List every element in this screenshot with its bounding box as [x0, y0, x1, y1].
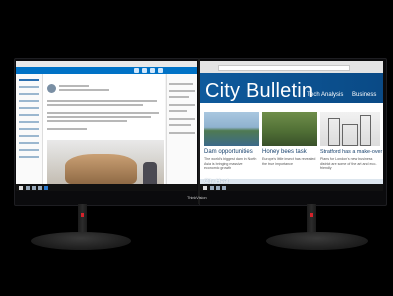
calendar-line — [169, 96, 189, 98]
left-stand-base — [31, 232, 131, 250]
dam-photo[interactable] — [204, 112, 259, 146]
folder-item[interactable] — [19, 128, 39, 130]
card-title-dam[interactable]: Dam opportunities — [204, 149, 253, 155]
folder-item[interactable] — [19, 107, 39, 109]
right-taskbar — [200, 184, 383, 191]
taskbar-icon[interactable] — [44, 185, 48, 190]
taskbar-icon[interactable] — [216, 185, 220, 190]
body-line — [47, 128, 87, 130]
calendar-line — [169, 124, 191, 126]
mail-reading-pane — [43, 74, 165, 191]
taskbar-icon[interactable] — [210, 185, 214, 190]
ribbon-icon[interactable] — [142, 68, 147, 73]
calendar-line — [169, 83, 193, 85]
stratford-sketch[interactable] — [320, 112, 380, 146]
calendar-line — [169, 90, 195, 92]
calendar-line — [169, 110, 187, 112]
body-line — [47, 120, 127, 122]
folder-item[interactable] — [19, 142, 39, 144]
folder-item[interactable] — [19, 100, 39, 102]
body-line — [47, 100, 157, 102]
mail-ribbon — [16, 67, 197, 74]
folder-item[interactable] — [19, 121, 39, 123]
subject-line — [59, 89, 109, 91]
taskbar-icon[interactable] — [38, 185, 42, 190]
card-text-stratford: Plans for London's new business district… — [320, 157, 377, 171]
card-title-bees[interactable]: Honey bees task — [262, 149, 307, 155]
calendar-line — [169, 118, 195, 120]
folder-item[interactable] — [19, 93, 39, 95]
building-sketch — [328, 118, 340, 146]
ribbon-icon[interactable] — [150, 68, 155, 73]
start-icon[interactable] — [19, 185, 23, 190]
taskbar-icon[interactable] — [32, 185, 36, 190]
folder-item[interactable] — [19, 135, 39, 137]
site-title[interactable]: City Bulletin — [205, 80, 313, 103]
left-stand-accent — [81, 213, 84, 217]
ribbon-icon[interactable] — [158, 68, 163, 73]
address-bar[interactable] — [218, 65, 350, 71]
folder-item[interactable] — [19, 79, 39, 81]
sender-line — [59, 85, 89, 87]
taskbar-icon[interactable] — [26, 185, 30, 190]
body-line — [47, 104, 143, 106]
card-text-dam: The world's biggest dam in North Asia is… — [204, 157, 257, 171]
folder-item[interactable] — [19, 86, 39, 88]
left-taskbar — [16, 184, 197, 191]
body-line — [47, 116, 151, 118]
body-line — [47, 112, 159, 114]
calendar-line — [169, 104, 195, 106]
folder-item[interactable] — [19, 114, 39, 116]
right-stand-accent — [310, 213, 313, 217]
nav-business[interactable]: Business — [352, 92, 376, 98]
building-sketch — [342, 124, 358, 146]
nav-tech-analysis[interactable]: Tech Analysis — [307, 92, 343, 98]
right-stand-base — [266, 232, 368, 250]
avatar — [47, 84, 56, 93]
boat-hull — [65, 154, 137, 184]
mail-folder-pane — [16, 74, 43, 191]
bees-photo[interactable] — [262, 112, 317, 146]
calendar-line — [169, 132, 195, 134]
card-title-stratford[interactable]: Stratford has a make-over — [320, 149, 382, 155]
ribbon-icon[interactable] — [134, 68, 139, 73]
folder-item[interactable] — [19, 156, 39, 158]
start-icon[interactable] — [203, 185, 207, 190]
card-text-bees: Europe's little insect has revealed the … — [262, 157, 316, 166]
left-screen-mail-app — [16, 61, 197, 191]
browser-toolbar — [200, 61, 383, 73]
brand-logo: ThinkVision — [187, 196, 207, 200]
folder-item[interactable] — [19, 149, 39, 151]
building-sketch — [360, 115, 371, 146]
dual-monitor-photo: City Bulletin Tech Analysis Business Dam… — [0, 0, 393, 296]
taskbar-icon[interactable] — [222, 185, 226, 190]
calendar-pane — [166, 74, 197, 191]
